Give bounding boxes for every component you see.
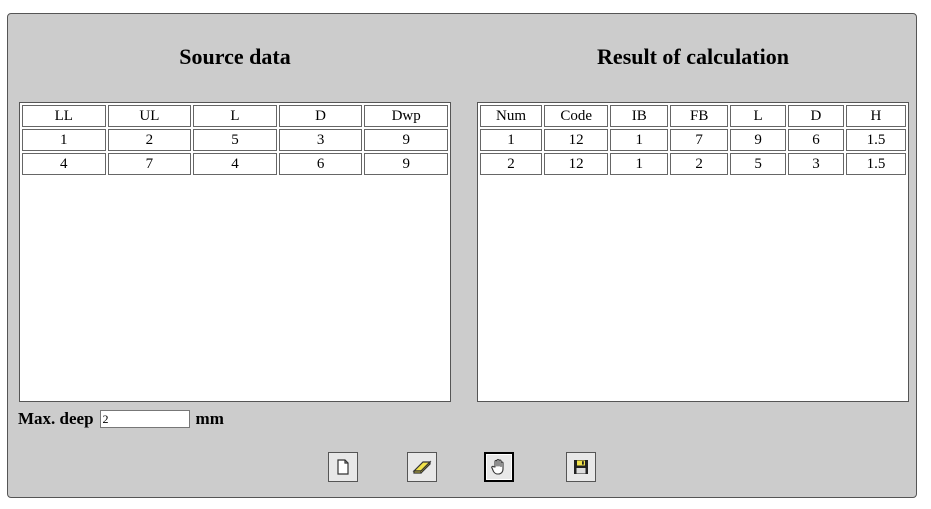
result-header-l: L [730, 105, 787, 127]
table-cell[interactable]: 1.5 [845, 153, 906, 175]
result-table: Num Code IB FB L D H 1 12 1 7 9 6 1.5 2 … [478, 103, 908, 177]
table-cell[interactable]: 6 [788, 129, 844, 151]
source-header-l: L [193, 105, 277, 127]
table-cell[interactable]: 7 [670, 129, 729, 151]
table-cell[interactable]: 5 [193, 129, 277, 151]
result-header-num: Num [480, 105, 543, 127]
table-cell[interactable]: 2 [670, 153, 729, 175]
table-row[interactable]: 2 12 1 2 5 3 1.5 [480, 153, 906, 175]
max-deep-label: Max. deep [18, 409, 94, 428]
table-cell[interactable]: 12 [544, 153, 609, 175]
table-cell[interactable]: 2 [480, 153, 543, 175]
table-row[interactable]: 1 2 5 3 9 [22, 129, 448, 151]
max-deep-row: Max. deep mm [18, 409, 224, 429]
table-cell[interactable]: 6 [278, 153, 363, 175]
source-table-box[interactable]: LL UL L D Dwp 1 2 5 3 9 4 7 4 6 9 [19, 102, 451, 402]
table-cell[interactable]: 9 [730, 129, 787, 151]
table-cell[interactable]: 9 [364, 153, 448, 175]
result-title: Result of calculation [597, 44, 789, 69]
table-row[interactable]: 4 7 4 6 9 [22, 153, 448, 175]
source-table: LL UL L D Dwp 1 2 5 3 9 4 7 4 6 9 [20, 103, 450, 177]
table-cell[interactable]: 1 [480, 129, 543, 151]
table-cell[interactable]: 2 [107, 129, 192, 151]
result-header-code: Code [544, 105, 609, 127]
table-row[interactable]: 1 12 1 7 9 6 1.5 [480, 129, 906, 151]
table-cell[interactable]: 7 [107, 153, 192, 175]
table-cell[interactable]: 5 [730, 153, 787, 175]
new-document-icon [337, 459, 349, 475]
result-header-fb: FB [670, 105, 729, 127]
save-disk-icon [574, 460, 588, 474]
table-cell[interactable]: 3 [278, 129, 363, 151]
save-button[interactable] [566, 452, 596, 482]
source-header-d: D [278, 105, 363, 127]
result-table-box[interactable]: Num Code IB FB L D H 1 12 1 7 9 6 1.5 2 … [477, 102, 909, 402]
result-header-ib: IB [610, 105, 669, 127]
max-deep-unit: mm [195, 409, 224, 428]
source-header-row: LL UL L D Dwp [22, 105, 448, 127]
result-header-h: H [845, 105, 906, 127]
result-header-row: Num Code IB FB L D H [480, 105, 906, 127]
eraser-icon [412, 460, 432, 474]
table-cell[interactable]: 1.5 [845, 129, 906, 151]
source-data-title: Source data [179, 44, 291, 69]
table-cell[interactable]: 12 [544, 129, 609, 151]
hand-icon [491, 458, 504, 475]
source-header-dwp: Dwp [364, 105, 448, 127]
table-cell[interactable]: 4 [22, 153, 106, 175]
hand-button[interactable] [484, 452, 514, 482]
table-cell[interactable]: 1 [22, 129, 106, 151]
table-cell[interactable]: 4 [193, 153, 277, 175]
result-header-d: D [788, 105, 844, 127]
table-cell[interactable]: 3 [788, 153, 844, 175]
source-header-ul: UL [107, 105, 192, 127]
table-cell[interactable]: 9 [364, 129, 448, 151]
table-cell[interactable]: 1 [610, 153, 669, 175]
new-document-button[interactable] [328, 452, 358, 482]
main-panel: Source data Result of calculation LL UL … [7, 13, 917, 498]
eraser-button[interactable] [407, 452, 437, 482]
source-header-ll: LL [22, 105, 106, 127]
toolbar [8, 452, 916, 486]
max-deep-input[interactable] [99, 410, 190, 428]
table-cell[interactable]: 1 [610, 129, 669, 151]
